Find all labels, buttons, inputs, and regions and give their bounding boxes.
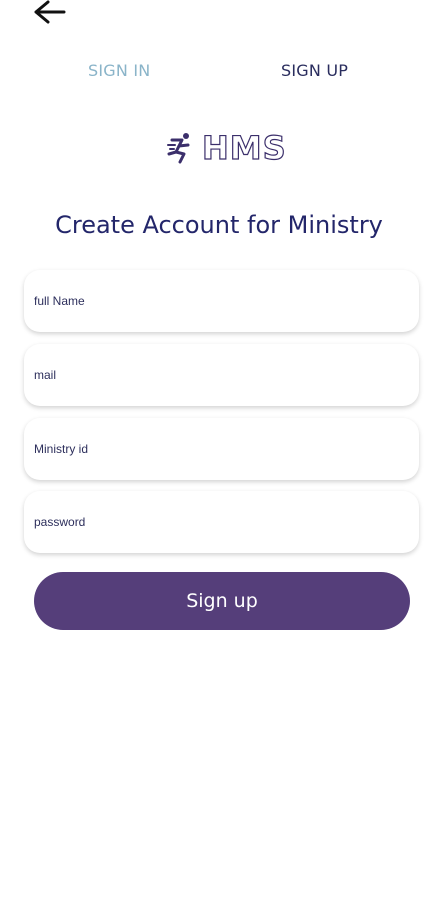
auth-tabs: SIGN IN SIGN UP [0, 58, 448, 84]
mail-input[interactable] [34, 344, 404, 406]
sign-up-button[interactable]: Sign up [34, 572, 410, 630]
mail-field [24, 344, 419, 406]
app-logo: HMS [166, 128, 286, 168]
tab-sign-in[interactable]: SIGN IN [88, 58, 150, 84]
full-name-field [24, 270, 419, 332]
full-name-input[interactable] [34, 270, 404, 332]
page-title: Create Account for Ministry [55, 211, 383, 239]
logo-text: HMS [201, 128, 287, 167]
tab-sign-up[interactable]: SIGN UP [281, 58, 348, 84]
runner-logo-icon [167, 133, 190, 164]
back-button[interactable] [30, 0, 66, 26]
password-field [24, 491, 419, 553]
arrow-left-icon [34, 0, 66, 24]
password-input[interactable] [34, 491, 404, 553]
ministry-id-field [24, 418, 419, 480]
ministry-id-input[interactable] [34, 418, 404, 480]
